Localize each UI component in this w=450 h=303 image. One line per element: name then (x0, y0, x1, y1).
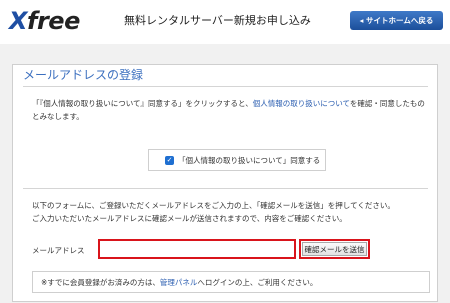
email-input[interactable] (98, 239, 296, 259)
site-header: Xfree 無料レンタルサーバー新規お申し込み ◂ サイトホームへ戻る (0, 0, 450, 44)
send-confirmation-email-button[interactable]: 確認メールを送信 (299, 239, 370, 259)
main-content: メールアドレスの登録 「『個人情報の取り扱いについて』同意する」をクリックすると… (0, 44, 450, 303)
section-divider (23, 188, 428, 189)
back-to-site-home-button[interactable]: ◂ サイトホームへ戻る (350, 11, 443, 30)
privacy-notice: 「『個人情報の取り扱いについて』同意する」をクリックすると、個人情報の取り扱いに… (32, 99, 425, 121)
email-label: メールアドレス (32, 246, 85, 255)
form-instructions: 以下のフォームに、ご登録いただくメールアドレスをご入力の上、「確認メールを送信」… (32, 201, 395, 223)
title-divider (23, 86, 428, 87)
page-heading: 無料レンタルサーバー新規お申し込み (124, 14, 311, 27)
email-registration-card: メールアドレスの登録 「『個人情報の取り扱いについて』同意する」をクリックすると… (12, 64, 438, 302)
agree-checkbox-row[interactable]: ✓ 「個人情報の取り扱いについて」同意する (148, 149, 326, 171)
agree-label[interactable]: 「個人情報の取り扱いについて」同意する (178, 155, 320, 166)
card-title: メールアドレスの登録 (23, 68, 144, 82)
admin-panel-link[interactable]: 管理パネル (160, 278, 198, 287)
privacy-policy-link[interactable]: 個人情報の取り扱いについて (253, 99, 350, 108)
agree-checkbox[interactable]: ✓ (165, 156, 174, 165)
send-confirmation-email-label[interactable]: 確認メールを送信 (302, 242, 367, 256)
login-note: ※すでに会員登録がお済みの方は、管理パネルへログインの上、ご利用ください。 (32, 271, 430, 293)
xfree-logo[interactable]: Xfree (9, 6, 80, 36)
